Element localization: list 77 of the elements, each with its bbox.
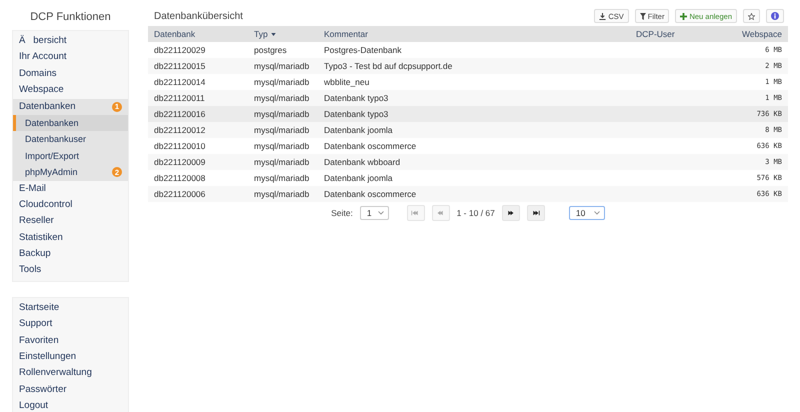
menu-item[interactable]: E-Mail	[13, 180, 128, 197]
menu-item[interactable]: Ä bersicht	[13, 33, 128, 50]
table-cell-text: mysql/mariadb	[253, 61, 310, 71]
table-cell-text: db221120016	[153, 109, 206, 119]
table-cell-text: Datenbank oscommerce	[323, 189, 418, 199]
submenu-item[interactable]: Datenbankuser	[13, 131, 128, 148]
menu-item[interactable]: Passwörter	[13, 382, 128, 398]
info-button[interactable]	[766, 9, 784, 23]
download-icon	[599, 12, 606, 20]
table-cell-text: Typo3 - Test bd auf dcpsupport.de	[323, 61, 454, 71]
column-header[interactable]: Datenbank	[148, 29, 248, 39]
menu-item[interactable]: Webspace	[13, 82, 128, 99]
menu-item[interactable]: Tools	[13, 262, 128, 279]
menu-item[interactable]: Favoriten	[13, 332, 128, 350]
table-cell-text: mysql/mariadb	[253, 189, 310, 199]
table-cell-text: mysql/mariadb	[253, 141, 310, 151]
table-cell-text: Datenbank typo3	[323, 109, 390, 119]
column-header[interactable]: Kommentar	[318, 29, 630, 39]
table-cell-text: mysql/mariadb	[253, 125, 310, 135]
caret-icon	[378, 211, 384, 215]
last-page-button[interactable]	[526, 205, 545, 221]
per-page-select[interactable]: 10	[568, 206, 605, 220]
table-cell-text: Datenbank wbboard	[323, 157, 402, 167]
info-icon	[771, 12, 779, 20]
menu-item[interactable]: Startseite	[13, 300, 128, 316]
submenu-item[interactable]: Datenbanken	[13, 114, 128, 132]
caret-icon	[594, 211, 600, 215]
page-label: Seite:	[331, 208, 353, 218]
table-cell-text: mysql/mariadb	[253, 77, 310, 87]
table-cell-text: db221120015	[153, 61, 206, 71]
table-cell-text: Postgres-Datenbank	[323, 45, 402, 55]
table-cell-text: db221120010	[153, 141, 206, 151]
skip-icon	[531, 210, 540, 216]
page-select[interactable]: 1	[360, 206, 389, 220]
table-cell-text: Datenbank joomla	[323, 125, 394, 135]
menu-item[interactable]: Domains	[13, 66, 128, 82]
favorite-button[interactable]	[743, 9, 760, 23]
double-arrow-icon	[506, 210, 516, 216]
table-cell-text: Datenbank oscommerce	[323, 141, 418, 151]
table-cell-text: mysql/mariadb	[253, 93, 310, 103]
column-header[interactable]: Typ	[248, 29, 318, 39]
menu-item[interactable]: Ihr Account	[13, 49, 128, 66]
table-cell-text: db221120009	[153, 157, 206, 167]
table-cell-text: postgres	[253, 45, 288, 55]
menu-item[interactable]: Einstellungen	[13, 349, 128, 366]
table-cell-text: db221120029	[153, 45, 206, 55]
plus-icon	[680, 12, 688, 20]
menu-item[interactable]: Logout	[13, 398, 128, 412]
table-cell-text: db221120008	[153, 173, 206, 183]
table-cell-text: Datenbank joomla	[323, 173, 394, 183]
menu-item[interactable]: Cloudcontrol	[13, 196, 128, 214]
sidebar-title: DCP Funktionen	[29, 10, 112, 25]
menu-item[interactable]: Backup	[13, 246, 128, 262]
page-title: Datenbankübersicht	[153, 10, 243, 22]
menu-item[interactable]: Reseller	[13, 213, 128, 230]
column-header[interactable]: Webspace	[708, 29, 788, 39]
page-range: 1 - 10 / 67	[456, 208, 495, 218]
table-cell-text: wbblite_neu	[323, 77, 370, 87]
next-page-button[interactable]	[502, 205, 520, 221]
sort-icon	[270, 32, 276, 36]
star-icon	[748, 12, 755, 20]
submenu-item[interactable]: Import/Export	[13, 148, 128, 164]
skip-icon	[411, 210, 420, 216]
column-header[interactable]: DCP-User	[630, 29, 708, 39]
table-cell-text: db221120011	[153, 93, 206, 103]
table-cell-text: mysql/mariadb	[253, 173, 310, 183]
table-cell-text: db221120014	[153, 77, 206, 87]
menu-item[interactable]: Rollenverwaltung	[13, 365, 128, 382]
menu-item[interactable]: Support	[13, 316, 128, 333]
table-cell-text: db221120006	[153, 189, 206, 199]
table-cell-text: Datenbank typo3	[323, 93, 390, 103]
table-cell-text: mysql/mariadb	[253, 109, 310, 119]
filter-icon	[640, 12, 646, 20]
menu-item[interactable]: Statistiken	[13, 230, 128, 246]
double-arrow-icon	[436, 210, 446, 216]
table-cell-text: db221120012	[153, 125, 206, 135]
table-cell-text: mysql/mariadb	[253, 157, 310, 167]
